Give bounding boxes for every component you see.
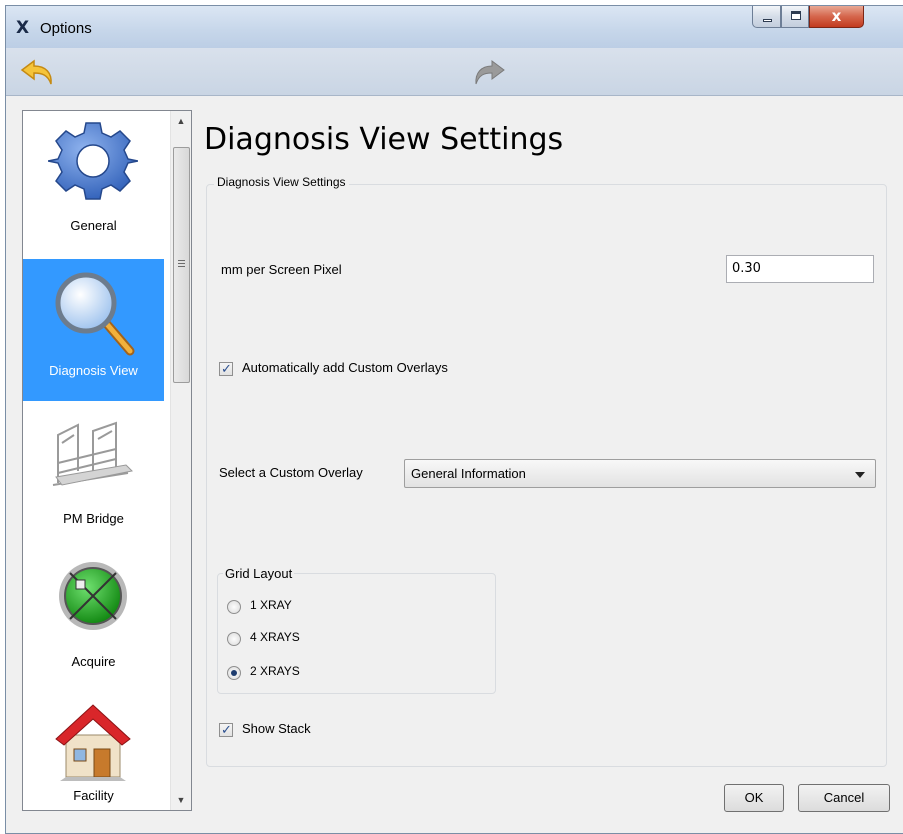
maximize-icon [791,11,801,20]
app-icon: X [16,18,30,38]
sidebar-item-label: Facility [73,788,114,803]
checkmark-icon: ✓ [221,722,232,737]
radio-label-1-xray: 1 XRAY [250,598,292,612]
scroll-up-icon[interactable]: ▲ [175,115,187,127]
gear-icon [48,122,138,200]
sidebar-scrollbar[interactable]: ▲ ▼ [170,111,191,810]
sidebar-item-facility[interactable]: Facility [23,687,164,810]
forward-arrow-icon[interactable] [474,58,506,88]
grip-icon [178,260,185,269]
radio-label-2-xrays: 2 XRAYS [250,664,300,678]
back-arrow-icon[interactable] [20,58,56,88]
chevron-down-icon [855,472,865,478]
custom-overlay-value: General Information [411,466,526,481]
sidebar-item-label: PM Bridge [63,511,124,526]
radio-2-xrays[interactable] [227,666,241,680]
sidebar-item-pm-bridge[interactable]: PM Bridge [23,401,164,543]
mm-per-pixel-input[interactable]: 0.30 [726,255,874,283]
scroll-thumb[interactable] [173,147,190,383]
title-bar[interactable]: X Options x [6,6,903,48]
settings-group-title: Diagnosis View Settings [214,175,349,189]
show-stack-label: Show Stack [242,721,311,736]
checkmark-icon: ✓ [221,361,232,376]
scroll-down-icon[interactable]: ▼ [175,794,187,806]
radio-1-xray[interactable] [227,600,241,614]
crosshair-icon [59,562,127,630]
radio-label-4-xrays: 4 XRAYS [250,630,300,644]
category-list[interactable]: General Diagnosis View PM Bridge Acquire… [22,110,192,811]
custom-overlay-select[interactable]: General Information [404,459,876,488]
magnifier-icon [55,272,135,356]
radio-4-xrays[interactable] [227,632,241,646]
close-icon: x [831,7,842,25]
sidebar-item-diagnosis-view[interactable]: Diagnosis View [23,259,164,401]
page-title: Diagnosis View Settings [204,122,564,157]
sidebar-item-label: Diagnosis View [49,363,138,378]
grid-layout-title: Grid Layout [223,566,295,581]
maximize-button[interactable] [781,6,809,28]
sidebar-item-label: General [70,218,117,233]
mm-per-pixel-label: mm per Screen Pixel [221,262,342,277]
navigation-toolbar [6,48,903,96]
minimize-button[interactable] [752,6,781,28]
sidebar-item-acquire[interactable]: Acquire [23,544,164,686]
cancel-button[interactable]: Cancel [798,784,890,812]
house-icon [55,704,131,781]
minimize-icon [763,19,772,22]
auto-overlays-checkbox[interactable]: ✓ [219,361,233,376]
window-title: Options [40,20,92,37]
sidebar-item-general[interactable]: General [23,111,164,253]
ok-button[interactable]: OK [724,784,784,812]
close-button[interactable]: x [809,6,864,28]
show-stack-checkbox[interactable]: ✓ [219,722,233,737]
auto-overlays-label: Automatically add Custom Overlays [242,360,448,375]
custom-overlay-label: Select a Custom Overlay [219,465,363,480]
sidebar-item-label: Acquire [71,654,116,669]
bridge-icon [52,421,134,486]
